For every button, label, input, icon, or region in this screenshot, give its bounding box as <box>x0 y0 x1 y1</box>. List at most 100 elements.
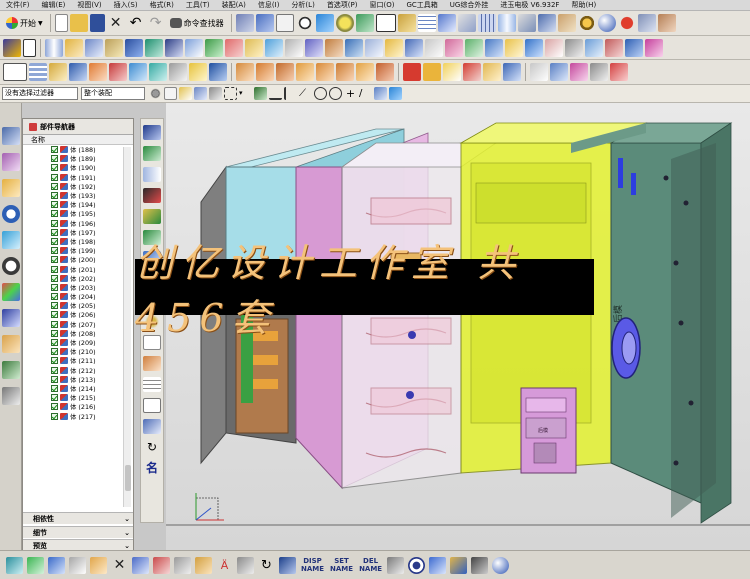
edit-object-icon[interactable] <box>255 14 274 32</box>
cube-snap-icon[interactable] <box>389 87 402 100</box>
menu-item[interactable]: 首选项(P) <box>321 0 364 11</box>
intersect-icon[interactable] <box>265 38 283 57</box>
visibility-checkbox[interactable] <box>51 265 58 273</box>
warning-icon[interactable] <box>617 14 636 32</box>
menu-item[interactable]: 文件(F) <box>0 0 36 11</box>
curve-icon[interactable] <box>585 38 603 57</box>
lift-icon[interactable] <box>195 556 212 574</box>
unite-icon[interactable] <box>225 38 243 57</box>
menu-item[interactable]: UG综合外挂 <box>444 0 495 11</box>
point-on-surface-icon[interactable] <box>374 87 387 100</box>
mold-wizard-icon[interactable] <box>49 63 67 81</box>
visibility-checkbox[interactable] <box>51 394 58 402</box>
constraint-navigator-icon[interactable] <box>2 153 20 171</box>
visibility-checkbox[interactable] <box>51 329 58 337</box>
intersection-point-icon[interactable]: ⟋ <box>299 87 312 100</box>
box-part3-icon[interactable] <box>276 63 294 81</box>
visibility-checkbox[interactable] <box>51 320 58 328</box>
color-swatch-icon[interactable] <box>375 14 396 32</box>
settings-icon[interactable] <box>577 14 596 32</box>
eye-icon[interactable] <box>408 556 426 574</box>
visibility-checkbox[interactable] <box>51 146 58 154</box>
drawing-icon[interactable] <box>143 398 161 413</box>
copy-icon[interactable] <box>503 63 521 81</box>
box-dark-icon[interactable] <box>279 556 296 574</box>
wand-icon[interactable] <box>429 556 447 574</box>
mold-base-icon[interactable] <box>143 125 161 140</box>
visibility-checkbox[interactable] <box>51 384 58 392</box>
tree-item[interactable]: 体 (194) <box>23 200 133 209</box>
tree-item[interactable]: 体 (216) <box>23 402 133 411</box>
groove-icon[interactable] <box>205 38 223 57</box>
replace-face-icon[interactable] <box>525 38 543 57</box>
trim-tool-icon[interactable] <box>143 356 161 371</box>
visibility-checkbox[interactable] <box>51 228 58 236</box>
open-folder-icon[interactable] <box>69 14 88 32</box>
extrude-icon[interactable] <box>65 38 83 57</box>
edge-blend-icon[interactable] <box>305 38 323 57</box>
feature-icon[interactable] <box>645 38 663 57</box>
tree-item[interactable]: 体 (192) <box>23 182 133 191</box>
visibility-checkbox[interactable] <box>51 210 58 218</box>
arrow-icon[interactable] <box>443 63 461 81</box>
fit-view-icon[interactable] <box>275 14 294 32</box>
part-icon[interactable] <box>657 14 676 32</box>
visibility-checkbox[interactable] <box>51 283 58 291</box>
visibility-checkbox[interactable] <box>51 201 58 209</box>
flag-icon[interactable] <box>637 14 656 32</box>
selection-scope-select[interactable]: 整个装配 <box>81 87 145 100</box>
loft-icon[interactable] <box>625 38 643 57</box>
refresh-icon[interactable]: ↻ <box>143 440 161 455</box>
save-icon[interactable] <box>89 14 105 32</box>
snap-point-icon[interactable] <box>164 87 177 100</box>
cylinder-icon[interactable] <box>497 14 516 32</box>
move-face-icon[interactable] <box>505 38 523 57</box>
delete-face-icon[interactable] <box>545 38 563 57</box>
select-chain-icon[interactable] <box>209 87 222 100</box>
book-icon[interactable] <box>143 167 161 182</box>
revolve-icon[interactable] <box>85 38 103 57</box>
box-part-icon[interactable] <box>236 63 254 81</box>
tree-item[interactable]: 体 (207) <box>23 320 133 329</box>
tool-icon[interactable] <box>143 419 161 434</box>
new-file-icon[interactable] <box>54 14 68 32</box>
ejector-icon[interactable] <box>109 63 127 81</box>
blend-icon[interactable] <box>485 38 503 57</box>
visibility-checkbox[interactable] <box>51 403 58 411</box>
quadrant-point-icon[interactable] <box>329 87 342 100</box>
sketch-icon[interactable] <box>3 38 21 57</box>
menu-item[interactable]: 窗口(O) <box>364 0 401 11</box>
visibility-checkbox[interactable] <box>51 339 58 347</box>
shell-icon[interactable] <box>345 38 363 57</box>
tree-item[interactable]: 体 (196) <box>23 219 133 228</box>
blue-box-icon[interactable] <box>48 556 65 574</box>
plate-icon[interactable] <box>550 63 568 81</box>
tree-item[interactable]: 体 (189) <box>23 154 133 163</box>
font-icon[interactable]: Ä <box>216 557 233 574</box>
del-name-button[interactable]: DEL NAME <box>359 557 382 573</box>
box-part7-icon[interactable] <box>356 63 374 81</box>
shaded-icon[interactable] <box>355 14 374 32</box>
slot-icon[interactable] <box>185 38 203 57</box>
tree-item[interactable]: 体 (204) <box>23 292 133 301</box>
sweep-icon[interactable] <box>605 38 623 57</box>
chamfer-icon[interactable] <box>325 38 343 57</box>
zoom-icon[interactable] <box>295 14 314 32</box>
system-materials-icon[interactable] <box>2 309 20 327</box>
arc-center-icon[interactable] <box>314 87 327 100</box>
tree-item[interactable]: 体 (215) <box>23 393 133 402</box>
visibility-checkbox[interactable] <box>51 348 58 356</box>
visibility-checkbox[interactable] <box>51 293 58 301</box>
menu-item[interactable]: 视图(V) <box>71 0 107 11</box>
menu-item[interactable]: 编辑(E) <box>36 0 72 11</box>
roles-icon[interactable] <box>2 335 20 353</box>
box-part6-icon[interactable] <box>336 63 354 81</box>
runner-icon[interactable] <box>189 63 207 81</box>
tree-item[interactable]: 体 (191) <box>23 173 133 182</box>
shape-icon[interactable] <box>457 14 476 32</box>
cut-icon[interactable]: ✕ <box>107 14 125 32</box>
plane-icon[interactable] <box>517 14 536 32</box>
ejector-pin-icon[interactable] <box>143 146 161 161</box>
name-text-icon[interactable]: 名 <box>143 461 161 476</box>
visibility-checkbox[interactable] <box>51 247 58 255</box>
